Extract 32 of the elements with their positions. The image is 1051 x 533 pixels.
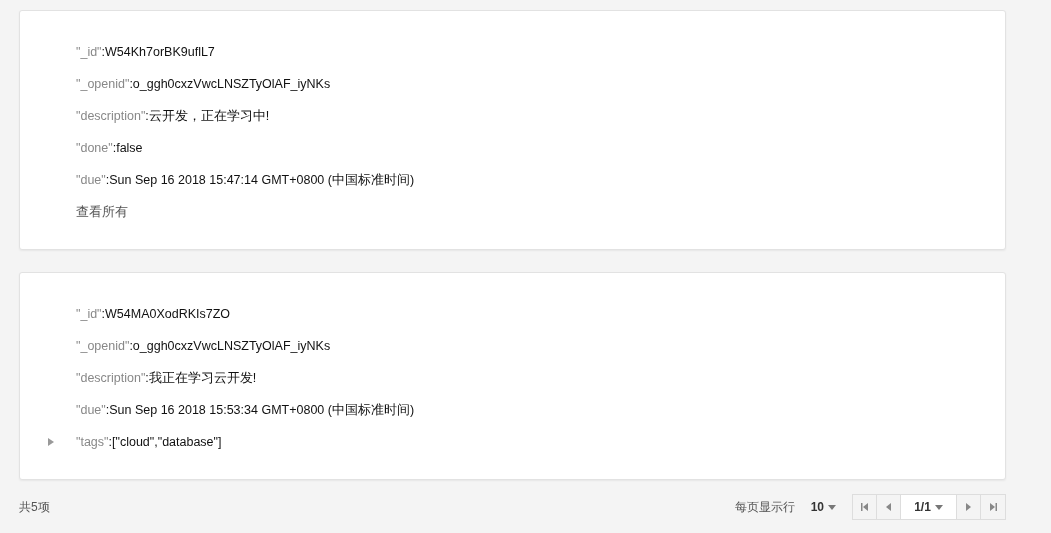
field-value: :云开发，正在学习中!	[145, 107, 270, 125]
total-count: 共5项	[19, 498, 50, 516]
previous-page-icon	[886, 503, 891, 511]
page-dropdown[interactable]: 1/1	[901, 495, 957, 519]
field-key: "description"	[76, 109, 146, 123]
field-key: "_openid"	[76, 339, 130, 353]
last-page-icon	[989, 503, 997, 511]
field-value: :Sun Sep 16 2018 15:47:14 GMT+0800 (中国标准时间)	[105, 171, 415, 189]
field-key: "description"	[76, 371, 146, 385]
field-key: "done"	[76, 141, 113, 155]
next-page-icon	[966, 503, 971, 511]
field-value: :我正在学习云开发!	[145, 369, 257, 387]
collapsed-triangle-icon[interactable]	[48, 438, 54, 446]
first-page-icon	[861, 503, 868, 511]
field-value: :o_ggh0cxzVwcLNSZTyOlAF_iyNKs	[129, 77, 331, 91]
page-size-dropdown[interactable]: 10	[804, 500, 842, 514]
caret-icon	[828, 504, 836, 510]
field-key: "due"	[76, 403, 106, 417]
view-all-link[interactable]: 查看所有	[76, 203, 128, 221]
field-key: "_id"	[76, 45, 102, 59]
field-value: :W54MA0XodRKIs7ZO	[101, 307, 231, 321]
field-key: "_openid"	[76, 77, 130, 91]
page-size-label: 每页显示行	[734, 498, 795, 516]
field-value: :o_ggh0cxzVwcLNSZTyOlAF_iyNKs	[129, 339, 331, 353]
field-value: :Sun Sep 16 2018 15:53:34 GMT+0800 (中国标准时间)	[105, 401, 415, 419]
field-value: :W54Kh7orBK9uflL7	[101, 45, 215, 59]
field-value: :["cloud","database"]	[108, 435, 222, 449]
caret-icon	[934, 504, 943, 510]
field-value: :false	[112, 141, 143, 155]
field-key: "due"	[76, 173, 106, 187]
field-key: "tags"	[76, 435, 109, 449]
field-key: "_id"	[76, 307, 102, 321]
